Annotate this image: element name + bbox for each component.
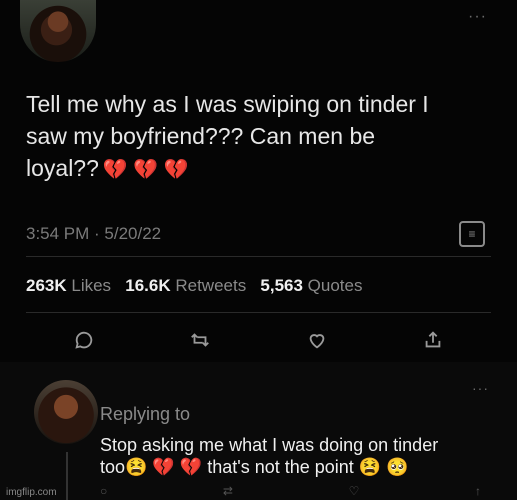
reply-more-options-icon[interactable]: ··· bbox=[472, 380, 489, 396]
more-options-icon[interactable]: ··· bbox=[468, 8, 487, 26]
tweet-text-line-2: saw my boyfriend??? Can men be bbox=[26, 123, 376, 149]
share-icon[interactable] bbox=[419, 326, 447, 354]
thread-line bbox=[66, 452, 68, 500]
imgflip-watermark: imgflip.com bbox=[6, 487, 57, 498]
quotes-count[interactable]: 5,563 bbox=[260, 276, 303, 295]
quotes-label[interactable]: Quotes bbox=[308, 276, 363, 295]
divider-bottom bbox=[26, 312, 491, 313]
main-tweet: ··· Tell me why as I was swiping on tind… bbox=[0, 0, 517, 362]
likes-label[interactable]: Likes bbox=[71, 276, 111, 295]
reply-like-icon[interactable]: ♡ bbox=[349, 484, 360, 498]
reply-text-line-1: Stop asking me what I was doing on tinde… bbox=[100, 435, 439, 455]
retweets-label[interactable]: Retweets bbox=[175, 276, 246, 295]
reply-actions-faint: ○ ⇄ ♡ ↑ bbox=[100, 484, 481, 498]
reply-avatar[interactable] bbox=[34, 380, 98, 444]
reply-text: Stop asking me what I was doing on tinde… bbox=[100, 434, 495, 478]
tweet-text: Tell me why as I was swiping on tinder I… bbox=[26, 88, 496, 186]
tweet-text-line-3: loyal?? 💔 💔 💔 bbox=[26, 152, 496, 186]
retweets-count[interactable]: 16.6K bbox=[125, 276, 170, 295]
reply-icon[interactable] bbox=[70, 326, 98, 354]
reply-reply-icon[interactable]: ○ bbox=[100, 484, 107, 498]
profile-avatar[interactable] bbox=[20, 0, 96, 62]
tweet-timestamp[interactable]: 3:54 PM · 5/20/22 bbox=[26, 224, 161, 244]
retweet-icon[interactable] bbox=[186, 326, 214, 354]
reply-share-icon[interactable]: ↑ bbox=[475, 484, 481, 498]
tweet-actions bbox=[70, 326, 447, 354]
tweet-text-line-1: Tell me why as I was swiping on tinder I bbox=[26, 91, 429, 117]
reply-retweet-icon[interactable]: ⇄ bbox=[223, 484, 233, 498]
tweet-stats: 263K Likes 16.6K Retweets 5,563 Quotes bbox=[26, 276, 362, 296]
broken-heart-emojis: 💔 💔 💔 bbox=[102, 159, 189, 181]
reply-tweet: ··· Replying to Stop asking me what I wa… bbox=[0, 362, 517, 500]
like-icon[interactable] bbox=[303, 326, 331, 354]
analytics-icon[interactable]: ≡ bbox=[459, 221, 485, 247]
reply-text-line-2: too😫 💔 💔 that's not the point 😫 🥺 bbox=[100, 457, 409, 477]
divider-top bbox=[26, 256, 491, 257]
likes-count[interactable]: 263K bbox=[26, 276, 67, 295]
replying-to-label: Replying to bbox=[100, 404, 191, 424]
tweet-text-line-3-text: loyal?? bbox=[26, 155, 99, 181]
